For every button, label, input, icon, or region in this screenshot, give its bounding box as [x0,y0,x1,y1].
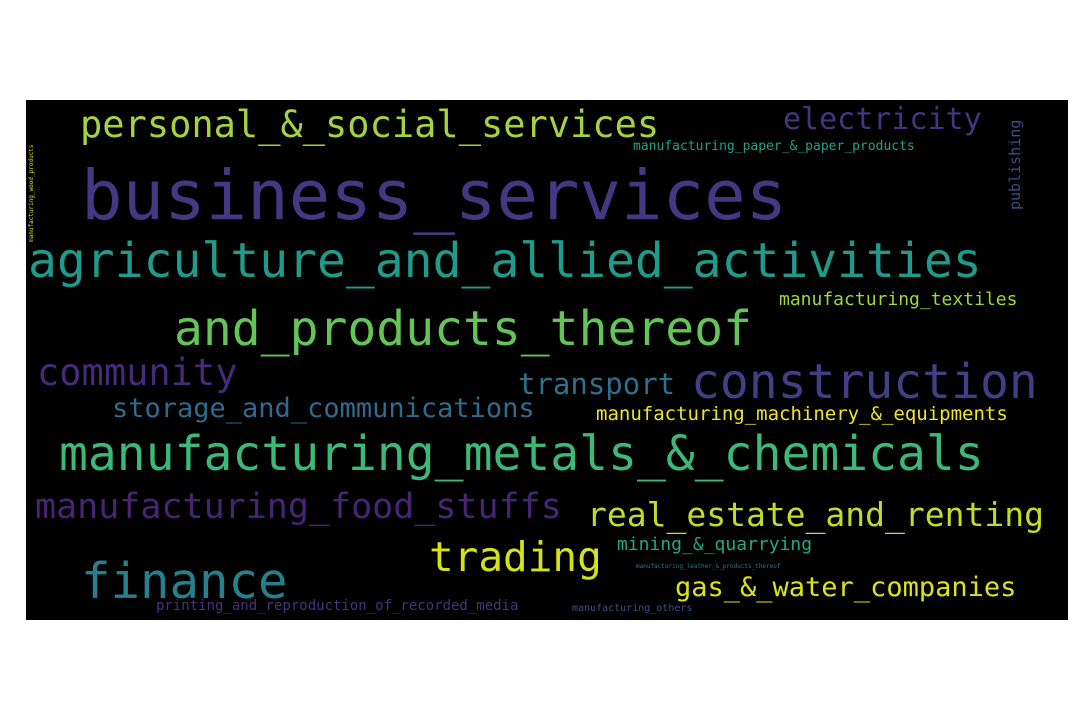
word-mining-quarrying: mining_&_quarrying [617,534,813,555]
word-electricity: electricity [783,102,982,137]
word-gas-water-companies: gas_&_water_companies [675,572,1017,603]
word-printing-and-reproduction: printing_and_reproduction_of_recorded_me… [156,598,519,614]
word-cloud: business_services agriculture_and_allied… [26,100,1068,620]
word-publishing: publishing [1006,119,1024,210]
word-trading: trading [429,533,602,581]
word-manufacturing-others: manufacturing_others [572,603,693,614]
word-agriculture-and-allied-activities: agriculture_and_allied_activities [28,233,982,289]
word-construction: construction [691,354,1038,410]
word-personal-social-services: personal_&_social_services [80,103,660,146]
word-manufacturing-wood-products: manufacturing_wood_products [28,144,35,242]
word-manufacturing-food-stuffs: manufacturing_food_stuffs [35,487,562,527]
word-and-products-thereof: and_products_thereof [174,301,752,357]
word-transport: transport [518,367,676,401]
word-manufacturing-paper-products: manufacturing_paper_&_paper_products [633,139,915,154]
word-business-services: business_services [81,156,788,236]
word-manufacturing-machinery-equipments: manufacturing_machinery_&_equipments [596,403,1008,425]
word-community: community [37,351,238,394]
word-manufacturing-leather-products: manufacturing_leather_&_products_thereof [636,563,781,570]
word-manufacturing-textiles: manufacturing_textiles [779,289,1018,310]
word-manufacturing-metals-chemicals: manufacturing_metals_&_chemicals [59,426,984,482]
word-storage-and-communications: storage_and_communications [112,393,535,424]
word-real-estate-and-renting: real_estate_and_renting [587,495,1044,534]
